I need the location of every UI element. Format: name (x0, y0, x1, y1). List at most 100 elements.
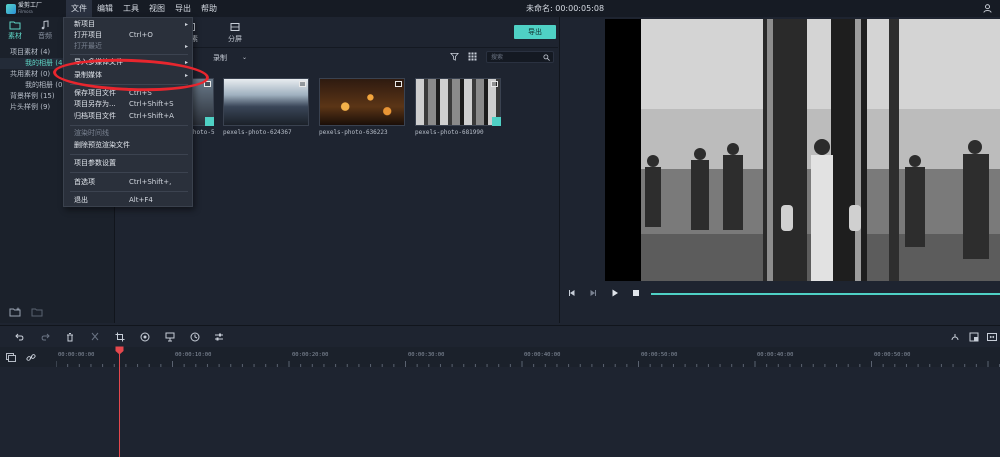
menu-export[interactable]: 导出 (170, 0, 196, 17)
media-thumbnail-label: pexels-photo-681990 (415, 129, 484, 136)
menu-view[interactable]: 视图 (144, 0, 170, 17)
link-icon[interactable] (26, 353, 36, 362)
step-back-icon[interactable] (568, 289, 576, 297)
menu-item-label: 打开项目 (74, 31, 102, 39)
logo-subtext: Filmora (18, 9, 33, 14)
stop-icon[interactable] (632, 289, 640, 297)
menu-item-label: 归档项目文件 (74, 112, 116, 120)
tab-media-label: 素材 (8, 32, 22, 40)
grid-view-icon[interactable] (468, 52, 477, 61)
tab-split-screen[interactable]: 分屏 (228, 22, 242, 44)
playhead-line[interactable] (119, 352, 120, 457)
menu-item-import-media[interactable]: 导入多媒体文件 ▸ (64, 57, 192, 68)
media-thumbnail[interactable] (415, 78, 501, 126)
undo-icon[interactable] (15, 332, 25, 342)
menu-item-label: 打开最近 (74, 42, 102, 50)
menu-separator (70, 54, 188, 55)
menu-item-label: 退出 (74, 196, 88, 204)
play-icon[interactable] (611, 289, 619, 297)
menu-separator (70, 154, 188, 155)
redo-icon[interactable] (40, 332, 50, 342)
menu-item-exit[interactable]: 退出 Alt+F4 (64, 195, 192, 206)
menu-file[interactable]: 文件 (66, 0, 92, 17)
new-folder-icon[interactable] (9, 307, 21, 317)
music-icon (41, 20, 49, 30)
search-input[interactable] (487, 52, 541, 63)
remove-folder-icon[interactable] (31, 307, 43, 317)
tab-split-label: 分屏 (228, 35, 242, 43)
duration-icon[interactable] (190, 332, 200, 342)
filter-icon[interactable] (450, 52, 459, 61)
preview-player[interactable] (605, 19, 1000, 281)
add-track-icon[interactable] (6, 353, 16, 362)
menu-edit[interactable]: 编辑 (92, 0, 118, 17)
clip-corner-icon (395, 81, 402, 87)
timecode-label: 00:00:50:00 (874, 352, 911, 358)
preview-frame (641, 19, 1000, 281)
playhead-marker-icon[interactable] (115, 346, 124, 355)
clip-corner-icon (204, 81, 211, 87)
menu-item-save-as[interactable]: 项目另存为... Ctrl+Shift+S (64, 99, 192, 110)
menu-tools[interactable]: 工具 (118, 0, 144, 17)
menu-item-label: 项目另存为... (74, 100, 116, 108)
menu-item-new-project[interactable]: 新项目 ▸ (64, 19, 192, 30)
tab-audio-label: 音频 (38, 32, 52, 40)
media-thumbnail-label: pexels-photo-624367 (223, 129, 292, 136)
export-button[interactable]: 导出 (514, 25, 556, 39)
tab-media[interactable]: 素材 (0, 17, 30, 44)
color-icon[interactable] (140, 332, 150, 342)
timeline-tracks[interactable] (0, 367, 1000, 457)
menu-item-label: 录制媒体 (74, 71, 102, 79)
chevron-right-icon: ▸ (184, 59, 188, 66)
media-thumbnail-label: pexels-photo-636223 (319, 129, 388, 136)
menu-item-archive-project[interactable]: 归档项目文件 Ctrl+Shift+A (64, 111, 192, 122)
cut-icon[interactable] (90, 332, 100, 342)
chevron-down-icon[interactable]: ⌄ (242, 54, 247, 61)
menu-item-project-settings[interactable]: 项目参数设置 (64, 158, 192, 169)
menu-item-shortcut: Ctrl+O (129, 31, 153, 39)
timecode-label: 00:00:10:00 (175, 352, 212, 358)
split-icon (230, 23, 240, 31)
timeline-ruler[interactable]: 00:00:00:00 00:00:10:00 00:00:20:00 00:0… (0, 347, 1000, 367)
menu-item-shortcut: Ctrl+Shift+, (129, 178, 172, 186)
menu-item-label: 删除预览渲染文件 (74, 141, 130, 149)
user-icon[interactable] (983, 4, 992, 13)
menu-item-record-media[interactable]: 录制媒体 ▸ (64, 70, 192, 81)
menu-item-shortcut: Ctrl+Shift+A (129, 112, 174, 120)
step-forward-icon[interactable] (589, 289, 597, 297)
green-screen-icon[interactable] (165, 332, 175, 342)
timecode-label: 00:00:20:00 (292, 352, 329, 358)
search-icon[interactable] (543, 54, 550, 61)
menu-separator (70, 84, 188, 85)
render-icon[interactable] (969, 332, 979, 342)
record-dropdown[interactable]: 录制 (213, 53, 227, 63)
menu-item-open-recent[interactable]: 打开最近 ▸ (64, 41, 192, 52)
snap-icon[interactable] (950, 332, 960, 342)
audio-adjust-icon[interactable] (214, 332, 224, 342)
document-title: 未命名: 00:00:05:08 (526, 4, 605, 13)
folder-icon (9, 21, 21, 30)
menu-item-preferences[interactable]: 首选项 Ctrl+Shift+, (64, 177, 192, 188)
menu-separator (70, 125, 188, 126)
menu-item-label: 项目参数设置 (74, 159, 116, 167)
menu-item-open-project[interactable]: 打开项目 Ctrl+O (64, 30, 192, 41)
crop-icon[interactable] (115, 332, 125, 342)
menu-item-label: 保存项目文件 (74, 89, 116, 97)
file-menu-dropdown: 新项目 ▸ 打开项目 Ctrl+O 打开最近 ▸ 导入多媒体文件 ▸ 录制媒体 ▸ 保存项… (63, 17, 193, 207)
media-thumbnail[interactable] (319, 78, 405, 126)
timeline-toolbar (0, 325, 1000, 347)
menu-item-save-project[interactable]: 保存项目文件 Ctrl+S (64, 88, 192, 99)
delete-icon[interactable] (65, 332, 75, 342)
menu-item-delete-render-files[interactable]: 删除预览渲染文件 (64, 140, 192, 151)
fit-timeline-icon[interactable] (987, 332, 997, 342)
tab-audio[interactable]: 音频 (30, 17, 60, 44)
media-thumbnail[interactable] (223, 78, 309, 126)
playback-progress[interactable] (651, 293, 1000, 295)
app-logo: 爱剪工厂 Filmora (6, 2, 46, 15)
chevron-right-icon: ▸ (184, 21, 188, 28)
menu-item-render-timeline[interactable]: 渲染时间线 (64, 128, 192, 139)
menu-item-label: 导入多媒体文件 (74, 58, 123, 66)
menu-help[interactable]: 帮助 (196, 0, 222, 17)
timecode-label: 00:00:50:00 (641, 352, 678, 358)
timecode-label: 00:00:40:00 (757, 352, 794, 358)
